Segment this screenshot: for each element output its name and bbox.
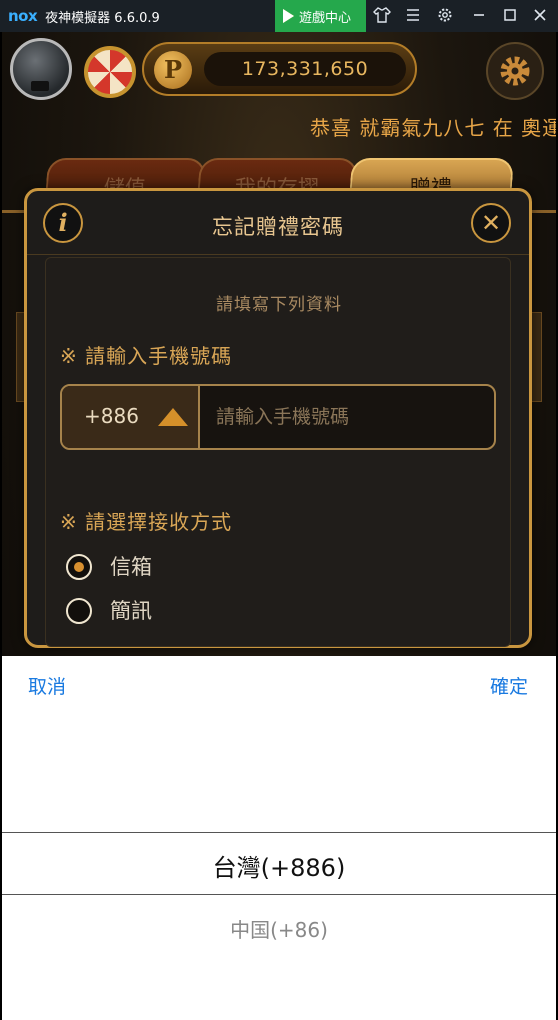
maximize-icon[interactable]	[500, 6, 520, 26]
settings-icon[interactable]	[435, 6, 455, 26]
settings-gear-button[interactable]	[486, 42, 544, 100]
picker-cancel-button[interactable]: 取消	[28, 672, 66, 699]
dialog-body: 請填寫下列資料 ※ 請輸入手機號碼 +886 ※ 請選擇接收方式 信箱 簡訊	[45, 257, 511, 647]
coin-amount: 173,331,650	[204, 52, 406, 86]
triangle-up-icon	[158, 408, 188, 426]
picker-selection-top-line	[2, 832, 556, 833]
close-icon[interactable]	[530, 6, 550, 26]
phone-field-row: +886	[60, 384, 496, 450]
window-title: 夜神模擬器 6.6.0.9	[45, 10, 160, 26]
marquee-announcement: 恭喜 就霸氣九八七 在 奧運會	[310, 116, 556, 140]
forgot-gift-password-dialog: i 忘記贈禮密碼 ✕ 請填寫下列資料 ※ 請輸入手機號碼 +886 ※ 請選擇接…	[24, 188, 532, 648]
radio-email-label[interactable]: 信箱	[110, 551, 152, 581]
shirt-icon[interactable]	[372, 6, 392, 26]
country-picker-sheet: 取消 確定 台灣(+886) 中国(+86)	[2, 656, 556, 1020]
game-center-button[interactable]: 遊戲中心	[275, 0, 366, 32]
picker-selected-option[interactable]: 台灣(+886)	[2, 848, 556, 883]
emulator-titlebar: nox 夜神模擬器 6.6.0.9 遊戲中心	[0, 0, 558, 32]
close-dialog-button[interactable]: ✕	[471, 203, 511, 243]
dialog-title: 忘記贈禮密碼	[212, 215, 344, 239]
form-instruction: 請填寫下列資料	[216, 295, 342, 315]
country-code: +886	[84, 404, 139, 428]
picker-confirm-button[interactable]: 確定	[490, 672, 528, 699]
radio-sms[interactable]	[66, 598, 92, 624]
lucky-wheel-icon[interactable]	[84, 46, 136, 98]
phone-input[interactable]	[202, 386, 494, 448]
coin-icon: P	[154, 51, 192, 89]
gear-icon	[500, 56, 530, 86]
menu-icon[interactable]	[403, 6, 423, 26]
nox-logo: nox	[8, 7, 38, 25]
radio-email[interactable]	[66, 554, 92, 580]
phone-label: ※ 請輸入手機號碼	[60, 344, 233, 368]
country-code-selector[interactable]: +886	[62, 386, 200, 448]
radio-sms-label[interactable]: 簡訊	[110, 595, 152, 625]
coin-balance: P 173,331,650	[142, 42, 417, 96]
play-store-icon	[283, 9, 294, 23]
receive-method-label: ※ 請選擇接收方式	[60, 510, 233, 534]
game-center-label: 遊戲中心	[299, 10, 352, 26]
avatar[interactable]	[10, 38, 72, 100]
picker-option[interactable]: 中国(+86)	[2, 914, 556, 943]
dialog-header: i 忘記贈禮密碼 ✕	[27, 191, 529, 255]
picker-selection-bottom-line	[2, 894, 556, 895]
minimize-icon[interactable]	[469, 6, 489, 26]
